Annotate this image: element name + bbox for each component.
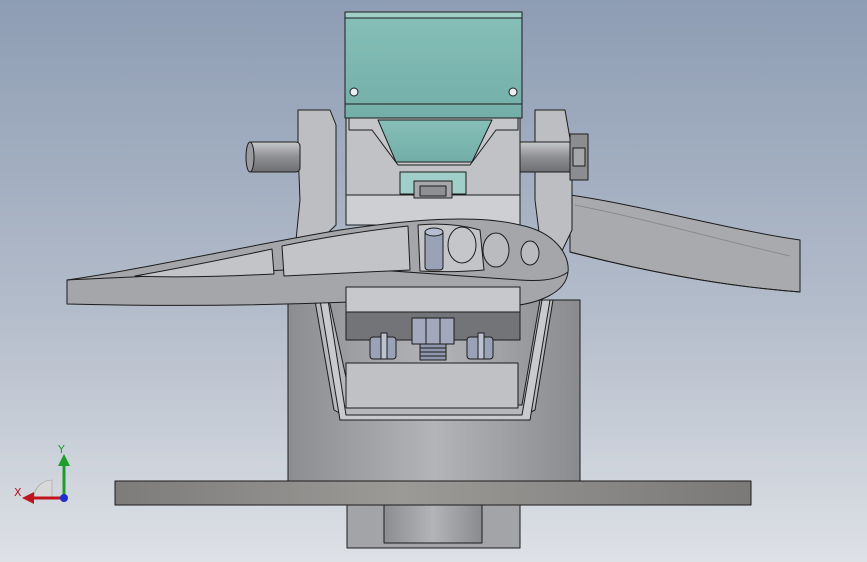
fixture-assembly-drawing	[66, 11, 801, 549]
left-pivot-pin	[245, 141, 301, 173]
actuator-connector	[399, 171, 467, 199]
left-cap-screw	[369, 332, 397, 360]
left-support-arm	[295, 109, 337, 251]
blade-hole-large	[482, 232, 510, 268]
right-cap-screw	[466, 332, 494, 360]
y-axis-label: Y	[57, 443, 65, 456]
blade-hole-small	[520, 240, 540, 266]
upper-clamp-bar	[345, 286, 521, 313]
blade-locating-pin	[424, 227, 444, 271]
triad-plane-icon	[33, 479, 53, 499]
x-axis-label: X	[14, 486, 22, 499]
cad-viewport[interactable]: Y X	[0, 0, 867, 562]
bottom-boss	[346, 504, 521, 549]
base-plate	[114, 480, 752, 506]
lower-clamp-block	[345, 362, 519, 409]
actuator-housing	[344, 11, 523, 119]
z-axis-dot-icon	[60, 494, 68, 502]
blade-hole-oval	[447, 226, 477, 264]
blade-pocket-1	[134, 248, 275, 278]
x-axis-arrowhead-icon	[22, 492, 34, 504]
coordinate-triad: Y X	[14, 443, 70, 504]
